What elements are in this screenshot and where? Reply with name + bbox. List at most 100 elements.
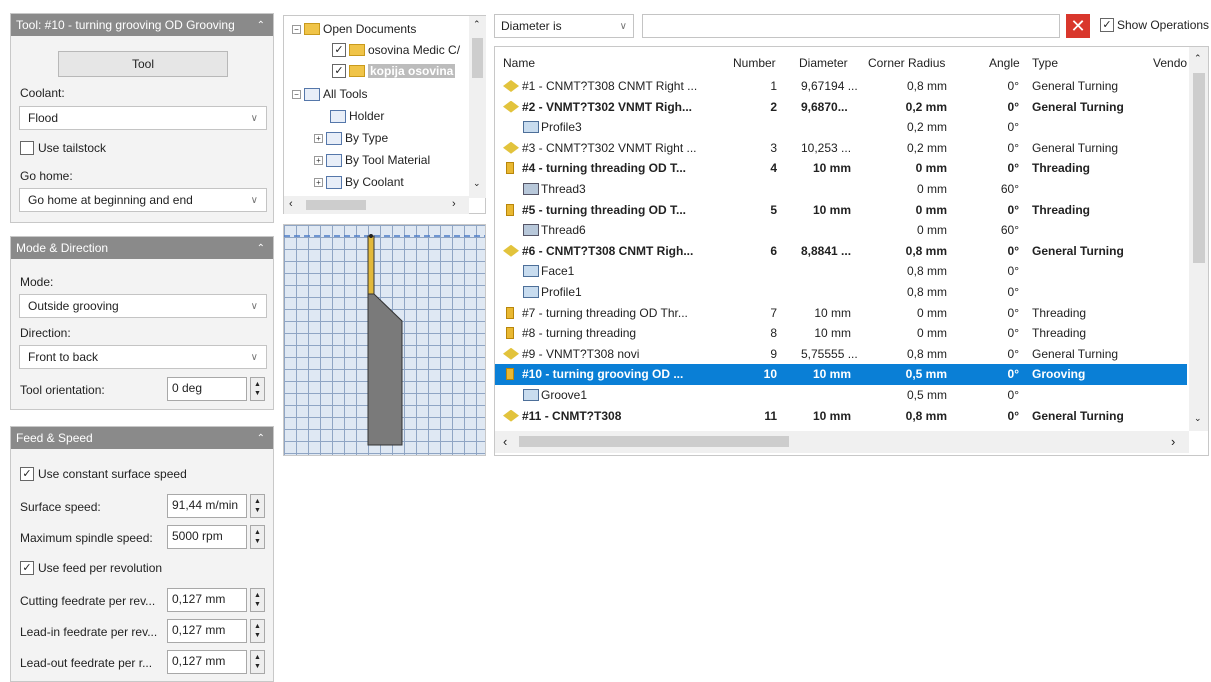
expand-icon[interactable]: + bbox=[314, 155, 323, 165]
table-row[interactable]: Profile1 0,8 mm 0° bbox=[495, 282, 1187, 303]
collapse-icon[interactable]: − bbox=[292, 89, 301, 99]
col-type[interactable]: Type bbox=[1032, 56, 1058, 70]
table-row[interactable]: #1 - CNMT?T308 CNMT Right ... 1 9,67194 ..… bbox=[495, 76, 1187, 97]
scroll-right-icon[interactable]: › bbox=[452, 198, 456, 210]
spinner-buttons[interactable]: ▲ ▼ bbox=[250, 619, 265, 643]
table-row[interactable]: #11 - CNMT?T308 11 10 mm 0,8 mm 0° General Tu… bbox=[495, 406, 1187, 427]
scroll-left-icon[interactable]: ‹ bbox=[503, 434, 507, 449]
cutting-spinner[interactable]: 0,127 mm ▲ ▼ bbox=[167, 588, 265, 612]
orientation-spinner[interactable]: 0 deg ▲ ▼ bbox=[167, 377, 265, 401]
table-row[interactable]: #5 - turning threading OD T... 5 10 mm 0 mm… bbox=[495, 200, 1187, 221]
checkbox-box[interactable]: ✓ bbox=[332, 64, 346, 78]
tool-button[interactable]: Tool bbox=[58, 51, 228, 77]
spinner-buttons[interactable]: ▲ ▼ bbox=[250, 525, 265, 549]
scroll-thumb[interactable] bbox=[1193, 73, 1205, 263]
spin-down-icon[interactable]: ▼ bbox=[254, 600, 261, 609]
table-row[interactable]: #3 - CNMT?T302 VNMT Right ... 3 10,253 ...… bbox=[495, 138, 1187, 159]
spinner-buttons[interactable]: ▲ ▼ bbox=[250, 377, 265, 401]
col-number[interactable]: Number bbox=[733, 56, 776, 70]
maxspindle-spinner[interactable]: 5000 rpm ▲ ▼ bbox=[167, 525, 265, 549]
coolant-select[interactable]: Flood ∨ bbox=[19, 106, 267, 130]
leadin-input[interactable]: 0,127 mm bbox=[167, 619, 247, 643]
table-row[interactable]: #9 - VNMT?T308 novi 9 5,75555 ... 0,8 mm 0° G… bbox=[495, 344, 1187, 365]
scroll-thumb[interactable] bbox=[472, 38, 483, 78]
spin-up-icon[interactable]: ▲ bbox=[254, 591, 261, 600]
table-row[interactable]: #2 - VNMT?T302 VNMT Righ... 2 9,6870... 0,2… bbox=[495, 97, 1187, 118]
cutting-input[interactable]: 0,127 mm bbox=[167, 588, 247, 612]
table-row[interactable]: #8 - turning threading 8 10 mm 0 mm 0° Thread… bbox=[495, 323, 1187, 344]
table-row[interactable]: #7 - turning threading OD Thr... 7 10 mm 0 … bbox=[495, 303, 1187, 324]
scroll-right-icon[interactable]: › bbox=[1171, 434, 1175, 449]
expand-icon[interactable]: + bbox=[314, 133, 323, 143]
col-diameter[interactable]: Diameter bbox=[799, 56, 848, 70]
table-row[interactable]: #10 - turning grooving OD ... 10 10 mm 0,5 … bbox=[495, 364, 1187, 386]
spin-down-icon[interactable]: ▼ bbox=[254, 537, 261, 546]
expand-icon[interactable]: + bbox=[314, 177, 323, 187]
col-corner[interactable]: Corner Radius bbox=[868, 56, 945, 70]
checkbox-box[interactable]: ✓ bbox=[332, 43, 346, 57]
collapse-icon[interactable]: − bbox=[292, 24, 301, 34]
tree-open-documents[interactable]: − Open Documents bbox=[292, 22, 416, 36]
tree-vertical-scrollbar[interactable]: ⌃ ⌄ bbox=[469, 16, 486, 198]
checkbox-box[interactable]: ✓ bbox=[20, 467, 34, 481]
scroll-up-icon[interactable]: ⌃ bbox=[1194, 53, 1202, 64]
col-angle[interactable]: Angle bbox=[989, 56, 1020, 70]
orientation-input[interactable]: 0 deg bbox=[167, 377, 247, 401]
table-row[interactable]: #6 - CNMT?T308 CNMT Righ... 6 8,8841 ... 0,… bbox=[495, 241, 1187, 262]
table-horizontal-scrollbar[interactable]: ‹ › bbox=[495, 431, 1189, 453]
spin-down-icon[interactable]: ▼ bbox=[254, 631, 261, 640]
scroll-down-icon[interactable]: ⌄ bbox=[1194, 413, 1202, 424]
surface-spinner[interactable]: 91,44 m/min ▲ ▼ bbox=[167, 494, 265, 518]
leadout-input[interactable]: 0,127 mm bbox=[167, 650, 247, 674]
direction-select[interactable]: Front to back ∨ bbox=[19, 345, 267, 369]
col-name[interactable]: Name bbox=[503, 56, 535, 70]
tree-by-coolant[interactable]: + By Coolant bbox=[314, 175, 404, 189]
spinner-buttons[interactable]: ▲ ▼ bbox=[250, 588, 265, 612]
spin-down-icon[interactable]: ▼ bbox=[254, 389, 261, 398]
tailstock-checkbox[interactable]: Use tailstock bbox=[20, 141, 106, 155]
spin-up-icon[interactable]: ▲ bbox=[254, 380, 261, 389]
tree-by-type[interactable]: + By Type bbox=[314, 131, 388, 145]
spin-up-icon[interactable]: ▲ bbox=[254, 497, 261, 506]
tree-doc-2[interactable]: ✓ kopija osovina bbox=[332, 64, 456, 78]
surface-input[interactable]: 91,44 m/min bbox=[167, 494, 247, 518]
maxspindle-input[interactable]: 5000 rpm bbox=[167, 525, 247, 549]
feed-panel-header[interactable]: Feed & Speed ⌃ bbox=[11, 427, 273, 449]
filter-input[interactable] bbox=[642, 14, 1060, 38]
table-row[interactable]: Thread3 0 mm 60° bbox=[495, 179, 1187, 200]
tree-horizontal-scrollbar[interactable]: ‹ › bbox=[284, 196, 469, 214]
tool-panel-header[interactable]: Tool: #10 - turning grooving OD Grooving… bbox=[11, 14, 273, 36]
table-row[interactable]: #4 - turning threading OD T... 4 10 mm 0 mm… bbox=[495, 158, 1187, 179]
spin-up-icon[interactable]: ▲ bbox=[254, 653, 261, 662]
scroll-left-icon[interactable]: ‹ bbox=[289, 198, 293, 210]
scroll-thumb[interactable] bbox=[306, 200, 366, 210]
leadin-spinner[interactable]: 0,127 mm ▲ ▼ bbox=[167, 619, 265, 643]
table-row[interactable]: Face1 0,8 mm 0° bbox=[495, 261, 1187, 282]
mode-panel-header[interactable]: Mode & Direction ⌃ bbox=[11, 237, 273, 259]
css-checkbox[interactable]: ✓ Use constant surface speed bbox=[20, 467, 187, 481]
spin-up-icon[interactable]: ▲ bbox=[254, 528, 261, 537]
table-row[interactable]: Groove1 0,5 mm 0° bbox=[495, 385, 1187, 406]
collapse-icon[interactable]: ⌃ bbox=[257, 243, 265, 254]
table-vertical-scrollbar[interactable]: ⌃ ⌄ bbox=[1189, 47, 1208, 431]
spinner-buttons[interactable]: ▲ ▼ bbox=[250, 650, 265, 674]
spin-down-icon[interactable]: ▼ bbox=[254, 506, 261, 515]
filter-select[interactable]: Diameter is ∨ bbox=[494, 14, 634, 38]
spin-up-icon[interactable]: ▲ bbox=[254, 622, 261, 631]
mode-select[interactable]: Outside grooving ∨ bbox=[19, 294, 267, 318]
tree-all-tools[interactable]: − All Tools bbox=[292, 87, 367, 101]
show-operations-checkbox[interactable]: ✓ Show Operations bbox=[1100, 18, 1209, 32]
table-row[interactable]: Thread6 0 mm 60° bbox=[495, 220, 1187, 241]
spin-down-icon[interactable]: ▼ bbox=[254, 662, 261, 671]
checkbox-box[interactable] bbox=[20, 141, 34, 155]
col-vendor[interactable]: Vendo bbox=[1153, 56, 1187, 70]
checkbox-box[interactable]: ✓ bbox=[1100, 18, 1114, 32]
scroll-down-icon[interactable]: ⌄ bbox=[473, 178, 481, 189]
tree-doc-1[interactable]: ✓ osovina Medic C/ bbox=[332, 43, 460, 57]
scroll-thumb[interactable] bbox=[519, 436, 789, 447]
leadout-spinner[interactable]: 0,127 mm ▲ ▼ bbox=[167, 650, 265, 674]
collapse-icon[interactable]: ⌃ bbox=[257, 433, 265, 444]
gohome-select[interactable]: Go home at beginning and end ∨ bbox=[19, 188, 267, 212]
tree-by-material[interactable]: + By Tool Material bbox=[314, 153, 430, 167]
scroll-up-icon[interactable]: ⌃ bbox=[473, 19, 481, 30]
